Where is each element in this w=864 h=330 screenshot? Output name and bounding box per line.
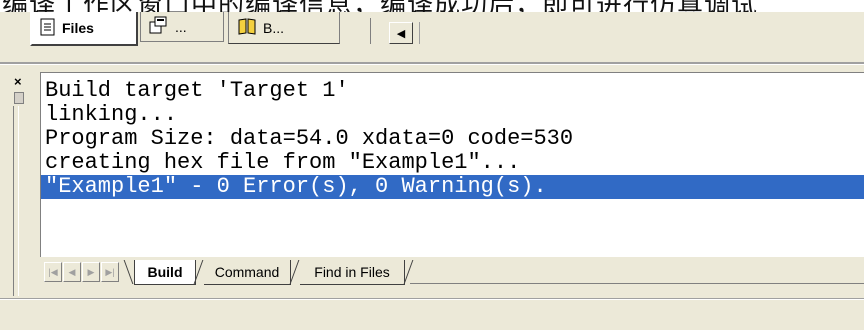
output-tab-bar: |◀ ◀ ▶ ▶| Build Command Find in Files [40, 260, 864, 292]
tab-edge [403, 260, 414, 284]
tab-command-label: Command [214, 264, 280, 280]
first-tab-button[interactable]: |◀ [44, 262, 62, 282]
tab-find-in-files[interactable]: Find in Files [300, 260, 405, 285]
workspace-tab-scroller: ◀ [370, 18, 451, 44]
tab-registers-label: ... [175, 18, 187, 35]
last-tab-button[interactable]: ▶| [101, 262, 119, 282]
tab-nav-buttons: |◀ ◀ ▶ ▶| [44, 262, 120, 282]
next-icon: ▶ [87, 266, 95, 277]
tab-books[interactable]: B... [228, 12, 340, 44]
scroll-right-area[interactable] [419, 22, 442, 44]
tab-registers[interactable]: ... [140, 12, 224, 42]
output-line[interactable]: linking... [45, 103, 177, 127]
dock-pin-icon[interactable] [14, 92, 24, 104]
tab-files-label: Files [62, 20, 94, 36]
top-text-strip: 编译工作区窗口中的编译信息，编译成功后，即可进行仿真调试 [0, 0, 864, 12]
tab-command[interactable]: Command [204, 260, 291, 285]
separator-top [0, 62, 864, 65]
tab-edge [289, 260, 300, 284]
output-line[interactable]: Program Size: data=54.0 xdata=0 code=530 [45, 127, 573, 151]
gripper-line [13, 106, 14, 296]
prev-icon: ◀ [68, 266, 76, 277]
register-icon [149, 16, 169, 37]
first-icon: |◀ [48, 266, 58, 277]
output-line[interactable]: creating hex file from "Example1"... [45, 151, 520, 175]
workspace-tabs: Files ... B... ◀ [0, 12, 864, 52]
tab-bar-baseline [410, 283, 864, 284]
left-arrow-icon: ◀ [396, 27, 406, 40]
output-window: × Build target 'Target 1' linking... Pro… [0, 66, 864, 296]
tab-files[interactable]: Files [30, 12, 138, 46]
tab-books-label: B... [263, 19, 285, 36]
tab-build[interactable]: Build [134, 260, 196, 285]
close-icon[interactable]: × [14, 75, 22, 88]
build-output-pane[interactable]: Build target 'Target 1' linking... Progr… [40, 72, 864, 257]
top-text: 编译工作区窗口中的编译信息，编译成功后，即可进行仿真调试 [2, 0, 758, 12]
last-icon: ▶| [105, 266, 115, 277]
scroll-left-button[interactable]: ◀ [389, 22, 413, 44]
separator-bottom [0, 298, 864, 300]
output-line[interactable]: Build target 'Target 1' [45, 79, 349, 103]
document-icon [40, 18, 56, 39]
next-tab-button[interactable]: ▶ [82, 262, 100, 282]
tab-find-in-files-label: Find in Files [314, 264, 390, 280]
prev-tab-button[interactable]: ◀ [63, 262, 81, 282]
books-icon [237, 17, 257, 38]
tab-build-label: Build [147, 264, 183, 280]
gripper-line-light [18, 106, 19, 296]
tab-edge [123, 260, 134, 284]
output-line-selected[interactable]: "Example1" - 0 Error(s), 0 Warning(s). [41, 175, 864, 199]
output-gutter: × [0, 66, 28, 296]
